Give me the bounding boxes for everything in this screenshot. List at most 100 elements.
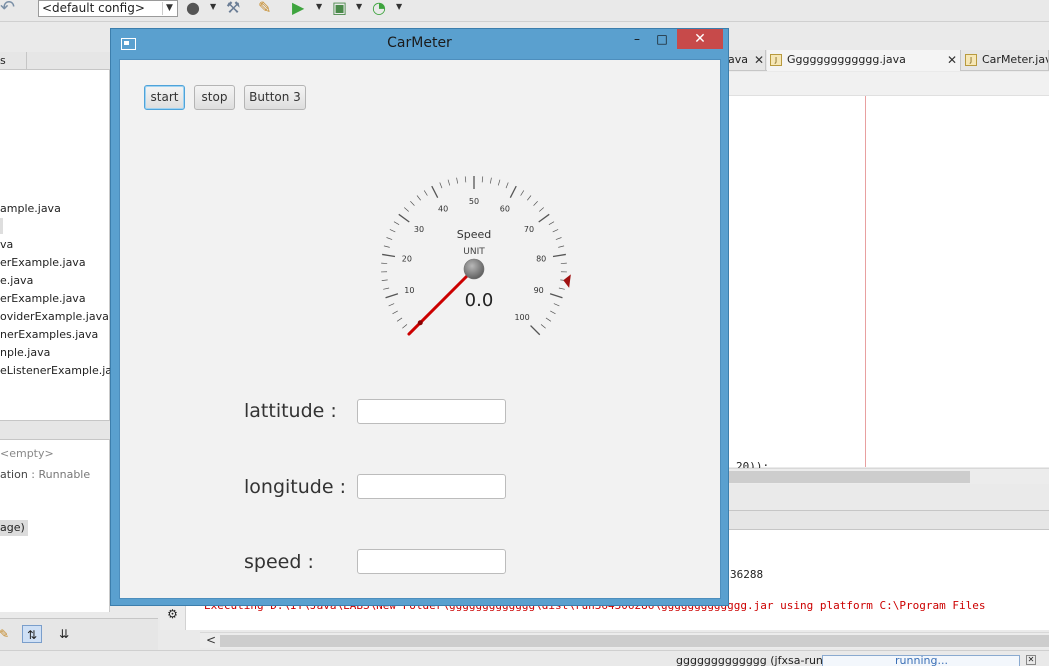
carmeter-window: CarMeter – □ ✕ start stop Button 3 10 20 3…: [110, 28, 729, 606]
gauge-minor-tick: [404, 207, 409, 212]
gauge-minor-tick: [550, 310, 556, 315]
navigator-item-name: ation: [0, 468, 28, 481]
window-content: start stop Button 3 10 20 30 40 50 60 70 80 90 10…: [119, 59, 721, 599]
navigator-item-type: : Runnable: [27, 468, 91, 481]
clean-build-icon[interactable]: ✎: [258, 0, 271, 18]
scroll-thumb[interactable]: [220, 635, 1049, 647]
cancel-task-icon[interactable]: ✕: [1026, 655, 1036, 665]
window-titlebar[interactable]: CarMeter – □ ✕: [111, 29, 728, 59]
tab-label: CarMeter.java: [982, 53, 1048, 66]
gauge-minor-tick: [481, 176, 484, 183]
longitude-input[interactable]: [357, 474, 506, 499]
gauge-minor-tick: [548, 221, 555, 226]
run-icon[interactable]: ▶: [292, 0, 304, 18]
gauge-minor-tick: [396, 317, 403, 322]
gauge-minor-tick: [381, 279, 388, 282]
gauge-minor-tick: [383, 245, 390, 248]
progress-label: running...: [895, 654, 948, 666]
gauge-threshold-marker: [563, 274, 571, 288]
gauge-minor-tick: [439, 182, 443, 189]
java-file-icon: J: [770, 54, 782, 66]
output-scrollbar[interactable]: <: [200, 632, 1049, 648]
file-item[interactable]: erExample.java: [0, 292, 86, 305]
undo-icon[interactable]: ↶: [0, 0, 22, 18]
chevron-down-icon[interactable]: ▼: [210, 2, 216, 11]
gauge-unit: UNIT: [463, 247, 485, 257]
file-item[interactable]: nple.java: [0, 346, 50, 359]
gauge-minor-tick: [456, 177, 459, 184]
gauge-major-tick: [549, 293, 563, 299]
close-icon[interactable]: ✕: [754, 50, 764, 70]
chevron-down-icon[interactable]: ▼: [162, 2, 176, 15]
chevron-down-icon[interactable]: ▼: [396, 2, 402, 11]
gauge-minor-tick: [555, 237, 562, 240]
gauge-minor-tick: [505, 182, 509, 189]
close-button[interactable]: ✕: [677, 29, 723, 49]
gauge-minor-tick: [423, 190, 428, 196]
file-item[interactable]: e.java: [0, 274, 33, 287]
file-item[interactable]: ample.java: [0, 202, 61, 215]
file-item[interactable]: oviderExample.java: [0, 310, 109, 323]
maximize-button[interactable]: □: [649, 29, 675, 49]
chevron-down-icon[interactable]: ▼: [316, 2, 322, 11]
gauge-major-tick: [538, 213, 550, 223]
stop-button[interactable]: stop: [194, 85, 235, 110]
config-select[interactable]: <default config> ▼: [38, 0, 178, 17]
scroll-left-icon[interactable]: <: [206, 633, 216, 647]
gauge-minor-tick: [410, 200, 415, 206]
gauge-major-tick: [552, 253, 566, 258]
hammer-icon[interactable]: ⚒: [226, 0, 240, 18]
gauge-minor-tick: [383, 287, 390, 290]
speed-input[interactable]: [357, 549, 506, 574]
gauge-tick-label: 40: [438, 204, 448, 213]
code-editor[interactable]: 20));: [728, 72, 1049, 473]
debug-icon[interactable]: ▣: [332, 0, 347, 18]
right-margin-line: [865, 96, 866, 467]
minimize-button[interactable]: –: [625, 29, 649, 49]
gauge-minor-tick: [540, 324, 546, 329]
file-item[interactable]: va: [0, 238, 13, 251]
gauge-tick-label: 80: [536, 254, 546, 263]
tab-ava[interactable]: ava ✕: [728, 50, 766, 71]
gauge-minor-tick: [389, 229, 396, 233]
navigator-header: [0, 420, 110, 440]
button-3[interactable]: Button 3: [244, 85, 306, 110]
tab-ggg[interactable]: J Ggggggggggggg.java ✕: [767, 50, 961, 71]
tab-label: ava: [728, 53, 748, 66]
editor-toolbar: [728, 72, 1049, 96]
gauge-minor-tick: [558, 245, 565, 248]
navigator-toolbar: ✎ ⇅ ⇊: [0, 618, 158, 650]
projects-panel-title: s: [0, 54, 6, 67]
tab-carmeter[interactable]: J CarMeter.java: [962, 50, 1049, 71]
scroll-thumb[interactable]: [728, 471, 970, 483]
filter-icon[interactable]: ✎: [0, 625, 14, 643]
sort-order-icon[interactable]: ⇊: [54, 625, 74, 643]
gauge-tick-label: 30: [414, 225, 424, 234]
gauge-knob: [463, 258, 485, 280]
editor-scrollbar[interactable]: [728, 468, 1049, 484]
tab-label: Ggggggggggggg.java: [787, 53, 906, 66]
gauge-major-tick: [382, 253, 396, 258]
ide-toolbar: ↶ <default config> ▼ ● ▼ ⚒ ✎ ▶ ▼ ▣ ▼ ◔ ▼: [0, 0, 1049, 22]
speed-gauge: 10 20 30 40 50 60 70 80 90 100 Speed UNIT 0.0: [381, 176, 571, 336]
globe-icon[interactable]: ●: [186, 0, 200, 18]
close-icon[interactable]: ✕: [947, 50, 957, 70]
chevron-down-icon[interactable]: ▼: [356, 2, 362, 11]
navigator-item[interactable]: ation : Runnable: [0, 468, 90, 481]
gauge-major-tick: [530, 325, 541, 336]
file-item[interactable]: eListenerExample.java: [0, 364, 125, 377]
start-button[interactable]: start: [144, 85, 185, 110]
gauge-minor-tick: [552, 229, 559, 233]
profile-icon[interactable]: ◔: [372, 0, 386, 18]
gauge-minor-tick: [386, 237, 393, 240]
gauge-tick-label: 100: [514, 313, 529, 322]
gauge-tick-label: 50: [469, 197, 479, 206]
sort-icon[interactable]: ⇅: [22, 625, 42, 643]
latitude-input[interactable]: [357, 399, 506, 424]
file-item[interactable]: erExample.java: [0, 256, 86, 269]
gauge-minor-tick: [533, 200, 538, 206]
file-item[interactable]: nerExamples.java: [0, 328, 98, 341]
gauge-major-tick: [398, 213, 410, 223]
gauge-tick-label: 60: [500, 204, 510, 213]
navigator-page[interactable]: age): [0, 520, 28, 536]
